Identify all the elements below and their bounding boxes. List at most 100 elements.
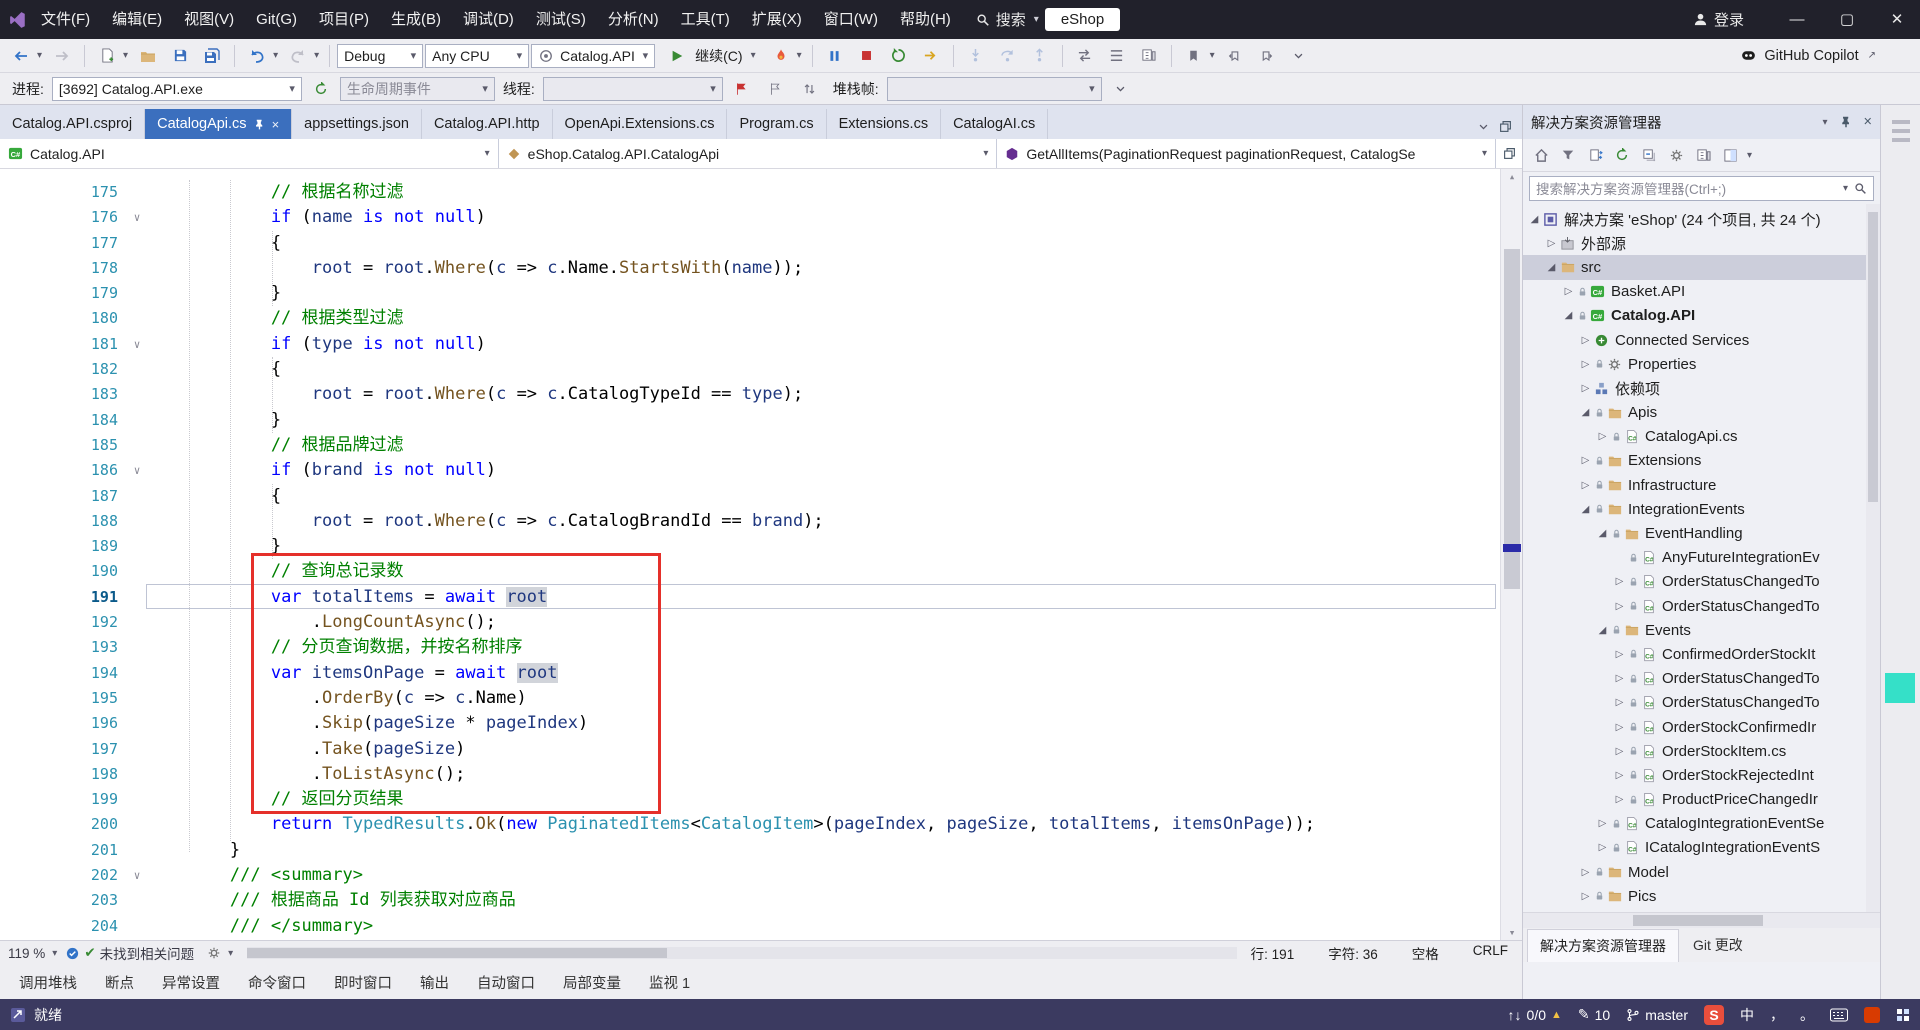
menu-编辑E[interactable]: 编辑(E) xyxy=(101,0,173,39)
open-folder-button[interactable] xyxy=(133,43,163,69)
code-line-197[interactable]: 197 .Take(pageSize) xyxy=(0,737,1500,762)
code-line-202[interactable]: 202 ∨ /// <summary> xyxy=(0,863,1500,888)
tree-item-src[interactable]: ◢ src xyxy=(1523,255,1880,280)
redo-button[interactable]: ▾ xyxy=(283,43,322,69)
collapse-icon[interactable]: ◢ xyxy=(1544,262,1559,273)
tree-item-OrderStockConfirmedIr[interactable]: ▷ C# OrderStockConfirmedIr xyxy=(1523,715,1880,739)
home-icon[interactable] xyxy=(1529,142,1553,168)
list-button[interactable] xyxy=(1102,43,1132,69)
tree-item-Pics[interactable]: ▷ Pics xyxy=(1523,884,1880,908)
tree-item-依赖项[interactable]: ▷ 依赖项 xyxy=(1523,376,1880,400)
show-next-button[interactable] xyxy=(916,43,946,69)
fold-chevron-icon[interactable]: ∨ xyxy=(128,458,146,483)
bookmark-button[interactable]: ▾ xyxy=(1179,43,1218,69)
code-line-183[interactable]: 183 root = root.Where(c => c.CatalogType… xyxy=(0,382,1500,407)
horizontal-scrollbar-thumb[interactable] xyxy=(247,948,668,958)
filter-icon[interactable] xyxy=(1556,142,1580,168)
toolbar-combo[interactable]: Any CPU ▾ xyxy=(425,43,530,68)
menu-GitG[interactable]: Git(G) xyxy=(245,0,308,39)
expand-icon[interactable]: ▷ xyxy=(1612,722,1627,733)
preview-icon[interactable] xyxy=(1718,142,1742,168)
tree-item-ConfirmedOrderStockIt[interactable]: ▷ C# ConfirmedOrderStockIt xyxy=(1523,642,1880,666)
menu-帮助H[interactable]: 帮助(H) xyxy=(889,0,962,39)
tree-item-Catalog.API[interactable]: ◢ C# Catalog.API xyxy=(1523,304,1880,328)
feedback-icon[interactable] xyxy=(10,1007,26,1023)
flag-button[interactable] xyxy=(727,76,757,102)
panel-tab-自动窗口[interactable]: 自动窗口 xyxy=(464,967,548,998)
code-line-196[interactable]: 196 .Skip(pageSize * pageIndex) xyxy=(0,711,1500,736)
tree-horizontal-scrollbar-thumb[interactable] xyxy=(1633,915,1763,926)
chevron-down-icon[interactable]: ▾ xyxy=(228,948,233,959)
stop-button[interactable] xyxy=(852,43,882,69)
collapse-icon[interactable]: ◢ xyxy=(1595,528,1610,539)
code-line-195[interactable]: 195 .OrderBy(c => c.Name) xyxy=(0,686,1500,711)
toolbar-combo[interactable]: Catalog.API ▾ xyxy=(531,43,656,68)
pin-icon[interactable] xyxy=(254,119,265,130)
collapse-icon[interactable]: ◢ xyxy=(1578,504,1593,515)
step-over-button[interactable] xyxy=(993,43,1023,69)
tree-item-Basket.API[interactable]: ▷ C# Basket.API xyxy=(1523,280,1880,304)
code-line-181[interactable]: 181 ∨ if (type is not null) xyxy=(0,332,1500,357)
tab-CatalogAI.cs[interactable]: CatalogAI.cs xyxy=(941,109,1049,139)
tree-vertical-scrollbar[interactable] xyxy=(1866,204,1880,912)
tree-item-CatalogIntegrationEventSe[interactable]: ▷ C# CatalogIntegrationEventSe xyxy=(1523,812,1880,836)
collapsed-tab-icon[interactable] xyxy=(1891,120,1910,124)
vertical-scrollbar[interactable]: ▴ ▾ xyxy=(1500,169,1522,940)
pending-edits[interactable]: ✎ 10 xyxy=(1578,1006,1610,1023)
panel-tab-局部变量[interactable]: 局部变量 xyxy=(550,967,634,998)
expand-icon[interactable]: ▷ xyxy=(1595,818,1610,829)
gear-icon[interactable] xyxy=(1664,142,1688,168)
code-line-190[interactable]: 190 // 查询总记录数 xyxy=(0,559,1500,584)
ime-language-toggle[interactable]: 中 xyxy=(1740,1005,1754,1025)
code-line-184[interactable]: 184 } xyxy=(0,408,1500,433)
float-window-icon[interactable] xyxy=(1499,120,1512,133)
toolbar-combo[interactable]: [3692] Catalog.API.exe ▾ xyxy=(51,76,302,101)
tree-item-Connected Services[interactable]: ▷ Connected Services xyxy=(1523,328,1880,352)
sync-active-icon[interactable] xyxy=(1583,142,1607,168)
expand-icon[interactable]: ▷ xyxy=(1612,794,1627,805)
code-line-191[interactable]: 191 var totalItems = await root xyxy=(0,585,1500,610)
chevron-down-icon[interactable]: ▾ xyxy=(1843,183,1848,194)
git-branch[interactable]: master xyxy=(1626,1007,1688,1023)
tree-item-AnyFutureIntegrationEv[interactable]: C# AnyFutureIntegrationEv xyxy=(1523,546,1880,570)
grid-icon[interactable] xyxy=(1896,1008,1910,1022)
fold-chevron-icon[interactable]: ∨ xyxy=(128,332,146,357)
expand-icon[interactable]: ▷ xyxy=(1578,383,1593,394)
code-line-198[interactable]: 198 .ToListAsync(); xyxy=(0,762,1500,787)
overflow-chev-button[interactable] xyxy=(1106,76,1136,102)
panel-tab-断点[interactable]: 断点 xyxy=(92,967,147,998)
hot-reload-button[interactable]: ▾ xyxy=(766,43,805,69)
panel-tab-异常设置[interactable]: 异常设置 xyxy=(149,967,233,998)
horizontal-scrollbar[interactable] xyxy=(247,947,1237,959)
document-list-icon[interactable] xyxy=(1478,121,1489,132)
expand-icon[interactable]: ▷ xyxy=(1612,697,1627,708)
tree-item-ICatalogIntegrationEventS[interactable]: ▷ C# ICatalogIntegrationEventS xyxy=(1523,836,1880,860)
tree-item-ProductPriceChangedIr[interactable]: ▷ C# ProductPriceChangedIr xyxy=(1523,788,1880,812)
expand-icon[interactable]: ▷ xyxy=(1578,359,1593,370)
tree-item-Apis[interactable]: ◢ Apis xyxy=(1523,401,1880,425)
ime-logo-icon[interactable]: S xyxy=(1704,1004,1724,1025)
save-button[interactable] xyxy=(165,43,195,69)
menu-生成B[interactable]: 生成(B) xyxy=(380,0,452,39)
collapsed-tab-icon[interactable] xyxy=(1891,138,1910,142)
expand-icon[interactable]: ▷ xyxy=(1578,867,1593,878)
code-line-204[interactable]: 204 /// </summary> xyxy=(0,914,1500,939)
code-line-176[interactable]: 176 ∨ if (name is not null) xyxy=(0,205,1500,230)
breadcrumb-segment[interactable]: eShop.Catalog.API.CatalogApi ▾ xyxy=(499,139,998,168)
toolbar-combo[interactable]: Debug ▾ xyxy=(337,43,424,68)
tree-horizontal-scrollbar[interactable] xyxy=(1523,912,1880,928)
menu-分析N[interactable]: 分析(N) xyxy=(597,0,670,39)
minimize-button[interactable]: — xyxy=(1774,0,1820,39)
tab-OpenApi.Extensions.cs[interactable]: OpenApi.Extensions.cs xyxy=(553,109,728,139)
collapse-icon[interactable]: ◢ xyxy=(1561,310,1576,321)
toolbar-combo[interactable]: 生命周期事件 ▾ xyxy=(339,76,495,101)
maximize-button[interactable]: ▢ xyxy=(1824,0,1870,39)
tab-Catalog.API.http[interactable]: Catalog.API.http xyxy=(422,109,553,139)
problems-status[interactable]: 未找到相关问题 xyxy=(100,943,195,963)
step-out-button[interactable] xyxy=(1025,43,1055,69)
tree-item-OrderStatusChangedTo[interactable]: ▷ C# OrderStatusChangedTo xyxy=(1523,667,1880,691)
sign-in-button[interactable]: 登录 xyxy=(1693,9,1744,30)
expand-icon[interactable]: ▷ xyxy=(1578,480,1593,491)
collapsed-tab-icon[interactable] xyxy=(1891,129,1910,133)
flag-outline-button[interactable] xyxy=(761,76,791,102)
